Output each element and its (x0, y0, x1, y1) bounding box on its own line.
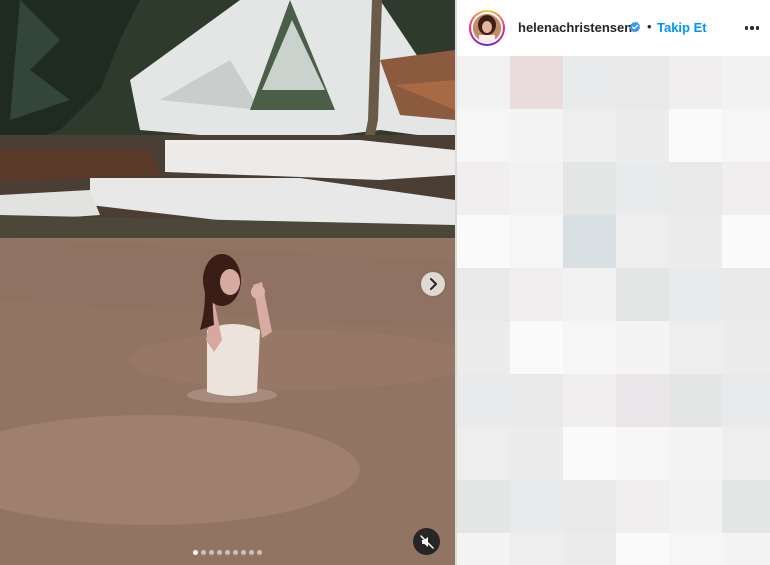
carousel-dot (249, 550, 254, 555)
carousel-indicator (0, 550, 455, 555)
pixelated-comments-area (457, 56, 770, 565)
carousel-dot (193, 550, 198, 555)
post-photo (0, 0, 455, 565)
chevron-right-icon (430, 278, 437, 290)
username-link[interactable]: helenachristensen (518, 20, 632, 35)
post-sidebar: helenachristensen • Takip Et (457, 0, 770, 565)
post-header: helenachristensen • Takip Et (457, 0, 770, 58)
carousel-dot (217, 550, 222, 555)
carousel-dot (201, 550, 206, 555)
carousel-dot (241, 550, 246, 555)
muted-speaker-icon (419, 534, 434, 549)
profile-photo (473, 14, 501, 42)
next-slide-button[interactable] (421, 272, 445, 296)
separator-dot: • (647, 19, 652, 34)
avatar[interactable] (469, 10, 505, 46)
more-options-icon[interactable] (743, 21, 761, 35)
carousel-dot (233, 550, 238, 555)
follow-button[interactable]: Takip Et (657, 20, 707, 35)
post-media[interactable] (0, 0, 455, 565)
instagram-post: helenachristensen • Takip Et (0, 0, 770, 565)
carousel-dot (257, 550, 262, 555)
carousel-dot (209, 550, 214, 555)
verified-badge-icon (629, 21, 641, 33)
carousel-dot (225, 550, 230, 555)
